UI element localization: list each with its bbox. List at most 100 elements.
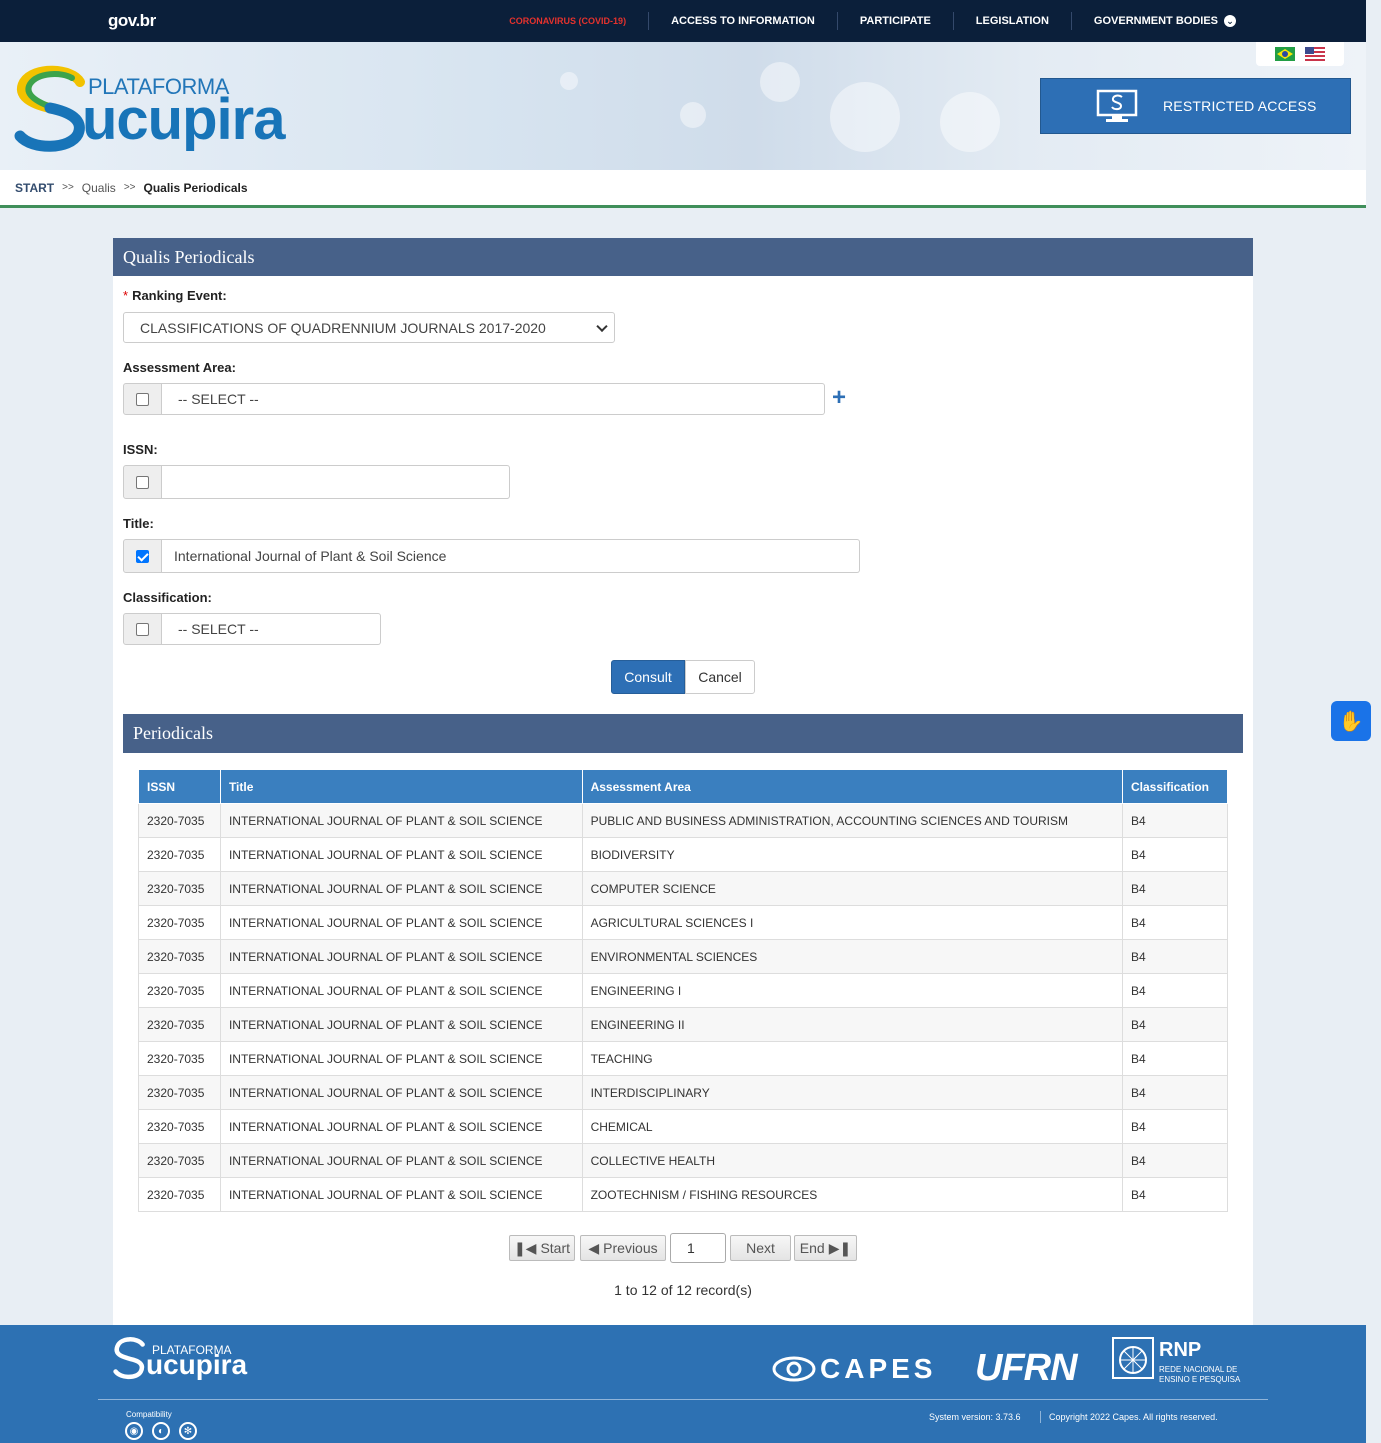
issn-toggle[interactable]: [123, 465, 162, 499]
nav-coronavirus[interactable]: CORONAVIRUS (COVID-19): [487, 12, 648, 30]
footer-brand-name: ucupira: [146, 1349, 248, 1380]
add-assessment-area-icon[interactable]: +: [832, 386, 846, 410]
brand-name: ucupira: [82, 87, 285, 152]
sign-language-accessibility-button[interactable]: ✋: [1331, 701, 1371, 741]
pager-previous-button[interactable]: ◀ Previous: [580, 1235, 666, 1261]
table-row[interactable]: 2320-7035 INTERNATIONAL JOURNAL OF PLANT …: [138, 1177, 1229, 1212]
cell-classification: B4: [1121, 871, 1229, 906]
issn-checkbox[interactable]: [136, 475, 149, 489]
title-input[interactable]: International Journal of Plant & Soil Sc…: [162, 539, 860, 573]
cell-title: INTERNATIONAL JOURNAL OF PLANT & SOIL SC…: [219, 871, 583, 906]
classification-select[interactable]: -- SELECT --: [162, 613, 381, 645]
nav-legislation[interactable]: LEGISLATION: [952, 12, 1071, 30]
footer-sucupira-logo[interactable]: PLATAFORMA ucupira: [112, 1333, 252, 1385]
cell-issn: 2320-7035: [138, 905, 221, 940]
pager-end-button[interactable]: End ▶❚: [794, 1235, 857, 1261]
table-row[interactable]: 2320-7035 INTERNATIONAL JOURNAL OF PLANT …: [138, 1143, 1229, 1178]
cell-classification: B4: [1121, 1109, 1229, 1144]
title-label: Title:: [123, 516, 154, 531]
sucupira-logo[interactable]: PLATAFORMA ucupira: [14, 62, 289, 157]
monitor-lock-icon: [1096, 89, 1138, 122]
assessment-area-toggle[interactable]: [123, 383, 162, 415]
classification-checkbox[interactable]: [136, 622, 149, 636]
qualis-panel: Qualis Periodicals * Ranking Event: CLASS…: [113, 238, 1253, 1325]
chevron-down-icon: [596, 320, 608, 332]
panel-title: Qualis Periodicals: [113, 238, 1253, 276]
cell-title: INTERNATIONAL JOURNAL OF PLANT & SOIL SC…: [219, 1075, 583, 1110]
table-header-row: ISSN Title Assessment Area Classificatio…: [138, 769, 1229, 804]
cell-classification: B4: [1121, 837, 1229, 872]
cell-issn: 2320-7035: [138, 803, 221, 838]
table-row[interactable]: 2320-7035 INTERNATIONAL JOURNAL OF PLANT …: [138, 973, 1229, 1008]
site-footer: PLATAFORMA ucupira CAPES UFRN RNP REDE N…: [0, 1325, 1366, 1443]
nav-access-to-information[interactable]: ACCESS TO INFORMATION: [648, 12, 837, 30]
ranking-event-label: * Ranking Event:: [123, 288, 227, 303]
cell-classification: B4: [1121, 1075, 1229, 1110]
decor-bubble: [760, 62, 800, 102]
cell-assessment-area: INTERDISCIPLINARY: [581, 1075, 1123, 1110]
assessment-area-checkbox[interactable]: [136, 392, 149, 406]
table-row[interactable]: 2320-7035 INTERNATIONAL JOURNAL OF PLANT …: [138, 905, 1229, 940]
title-toggle[interactable]: [123, 539, 162, 573]
breadcrumb: START >> Qualis >> Qualis Periodicals: [0, 170, 1366, 208]
assessment-area-select[interactable]: -- SELECT --: [162, 383, 825, 415]
chevron-down-icon: ⌄: [1224, 15, 1236, 27]
nav-participate[interactable]: PARTICIPATE: [836, 12, 953, 30]
compatibility-icons: ◉ ◐ ✻: [125, 1422, 197, 1440]
language-switcher: [1256, 42, 1344, 66]
govbr-logo[interactable]: gov.br: [108, 11, 156, 31]
decor-bubble: [940, 92, 1000, 152]
ranking-event-select[interactable]: CLASSIFICATIONS OF QUADRENNIUM JOURNALS …: [123, 312, 615, 343]
usa-flag-icon[interactable]: [1305, 47, 1325, 61]
breadcrumb-start[interactable]: START: [15, 181, 54, 195]
pager-page-select[interactable]: 1: [670, 1233, 726, 1263]
table-row[interactable]: 2320-7035 INTERNATIONAL JOURNAL OF PLANT …: [138, 837, 1229, 872]
table-row[interactable]: 2320-7035 INTERNATIONAL JOURNAL OF PLANT …: [138, 1007, 1229, 1042]
breadcrumb-separator: >>: [123, 182, 136, 193]
table-row[interactable]: 2320-7035 INTERNATIONAL JOURNAL OF PLANT …: [138, 1075, 1229, 1110]
column-header-classification[interactable]: Classification: [1121, 769, 1229, 804]
restricted-access-button[interactable]: RESTRICTED ACCESS: [1040, 78, 1351, 134]
assessment-area-label: Assessment Area:: [123, 360, 236, 375]
table-row[interactable]: 2320-7035 INTERNATIONAL JOURNAL OF PLANT …: [138, 1109, 1229, 1144]
cell-classification: B4: [1121, 1041, 1229, 1076]
title-checkbox[interactable]: [136, 549, 149, 563]
cell-classification: B4: [1121, 803, 1229, 838]
brazil-flag-icon[interactable]: [1275, 47, 1295, 61]
decor-bubble: [830, 82, 900, 152]
cell-title: INTERNATIONAL JOURNAL OF PLANT & SOIL SC…: [219, 1109, 583, 1144]
table-row[interactable]: 2320-7035 INTERNATIONAL JOURNAL OF PLANT …: [138, 939, 1229, 974]
ufrn-logo[interactable]: UFRN: [975, 1347, 1078, 1390]
issn-input[interactable]: [162, 465, 510, 499]
title-group: International Journal of Plant & Soil Sc…: [123, 539, 860, 573]
pager-page-value: 1: [687, 1240, 695, 1256]
column-header-title[interactable]: Title: [219, 769, 583, 804]
first-page-icon: ❚◀: [513, 1239, 537, 1256]
rnp-subtitle-line-2: ENSINO E PESQUISA: [1159, 1375, 1241, 1384]
classification-toggle[interactable]: [123, 613, 162, 645]
cell-title: INTERNATIONAL JOURNAL OF PLANT & SOIL SC…: [219, 1041, 583, 1076]
cancel-button[interactable]: Cancel: [685, 660, 755, 694]
breadcrumb-qualis[interactable]: Qualis: [82, 181, 116, 195]
table-row[interactable]: 2320-7035 INTERNATIONAL JOURNAL OF PLANT …: [138, 803, 1229, 838]
decor-bubble: [680, 102, 706, 128]
cell-classification: B4: [1121, 973, 1229, 1008]
capes-logo[interactable]: CAPES: [772, 1353, 936, 1385]
consult-button[interactable]: Consult: [611, 660, 685, 694]
pager-start-label: Start: [540, 1240, 571, 1256]
breadcrumb-current: Qualis Periodicals: [143, 180, 248, 195]
nav-government-bodies[interactable]: GOVERNMENT BODIES ⌄: [1070, 12, 1258, 30]
rnp-logo[interactable]: RNP REDE NACIONAL DE ENSINO E PESQUISA: [1112, 1335, 1247, 1389]
cell-issn: 2320-7035: [138, 871, 221, 906]
table-row[interactable]: 2320-7035 INTERNATIONAL JOURNAL OF PLANT …: [138, 1041, 1229, 1076]
column-header-issn[interactable]: ISSN: [138, 769, 221, 804]
rnp-subtitle: REDE NACIONAL DE ENSINO E PESQUISA: [1159, 1365, 1240, 1385]
pager-start-button[interactable]: ❚◀ Start: [509, 1235, 575, 1261]
cell-assessment-area: ENGINEERING II: [581, 1007, 1123, 1042]
table-body: 2320-7035 INTERNATIONAL JOURNAL OF PLANT …: [138, 803, 1229, 1212]
cell-assessment-area: ENGINEERING I: [581, 973, 1123, 1008]
column-header-assessment-area[interactable]: Assessment Area: [581, 769, 1123, 804]
table-row[interactable]: 2320-7035 INTERNATIONAL JOURNAL OF PLANT …: [138, 871, 1229, 906]
breadcrumb-separator: >>: [62, 182, 74, 193]
pager-next-button[interactable]: Next: [730, 1235, 791, 1261]
